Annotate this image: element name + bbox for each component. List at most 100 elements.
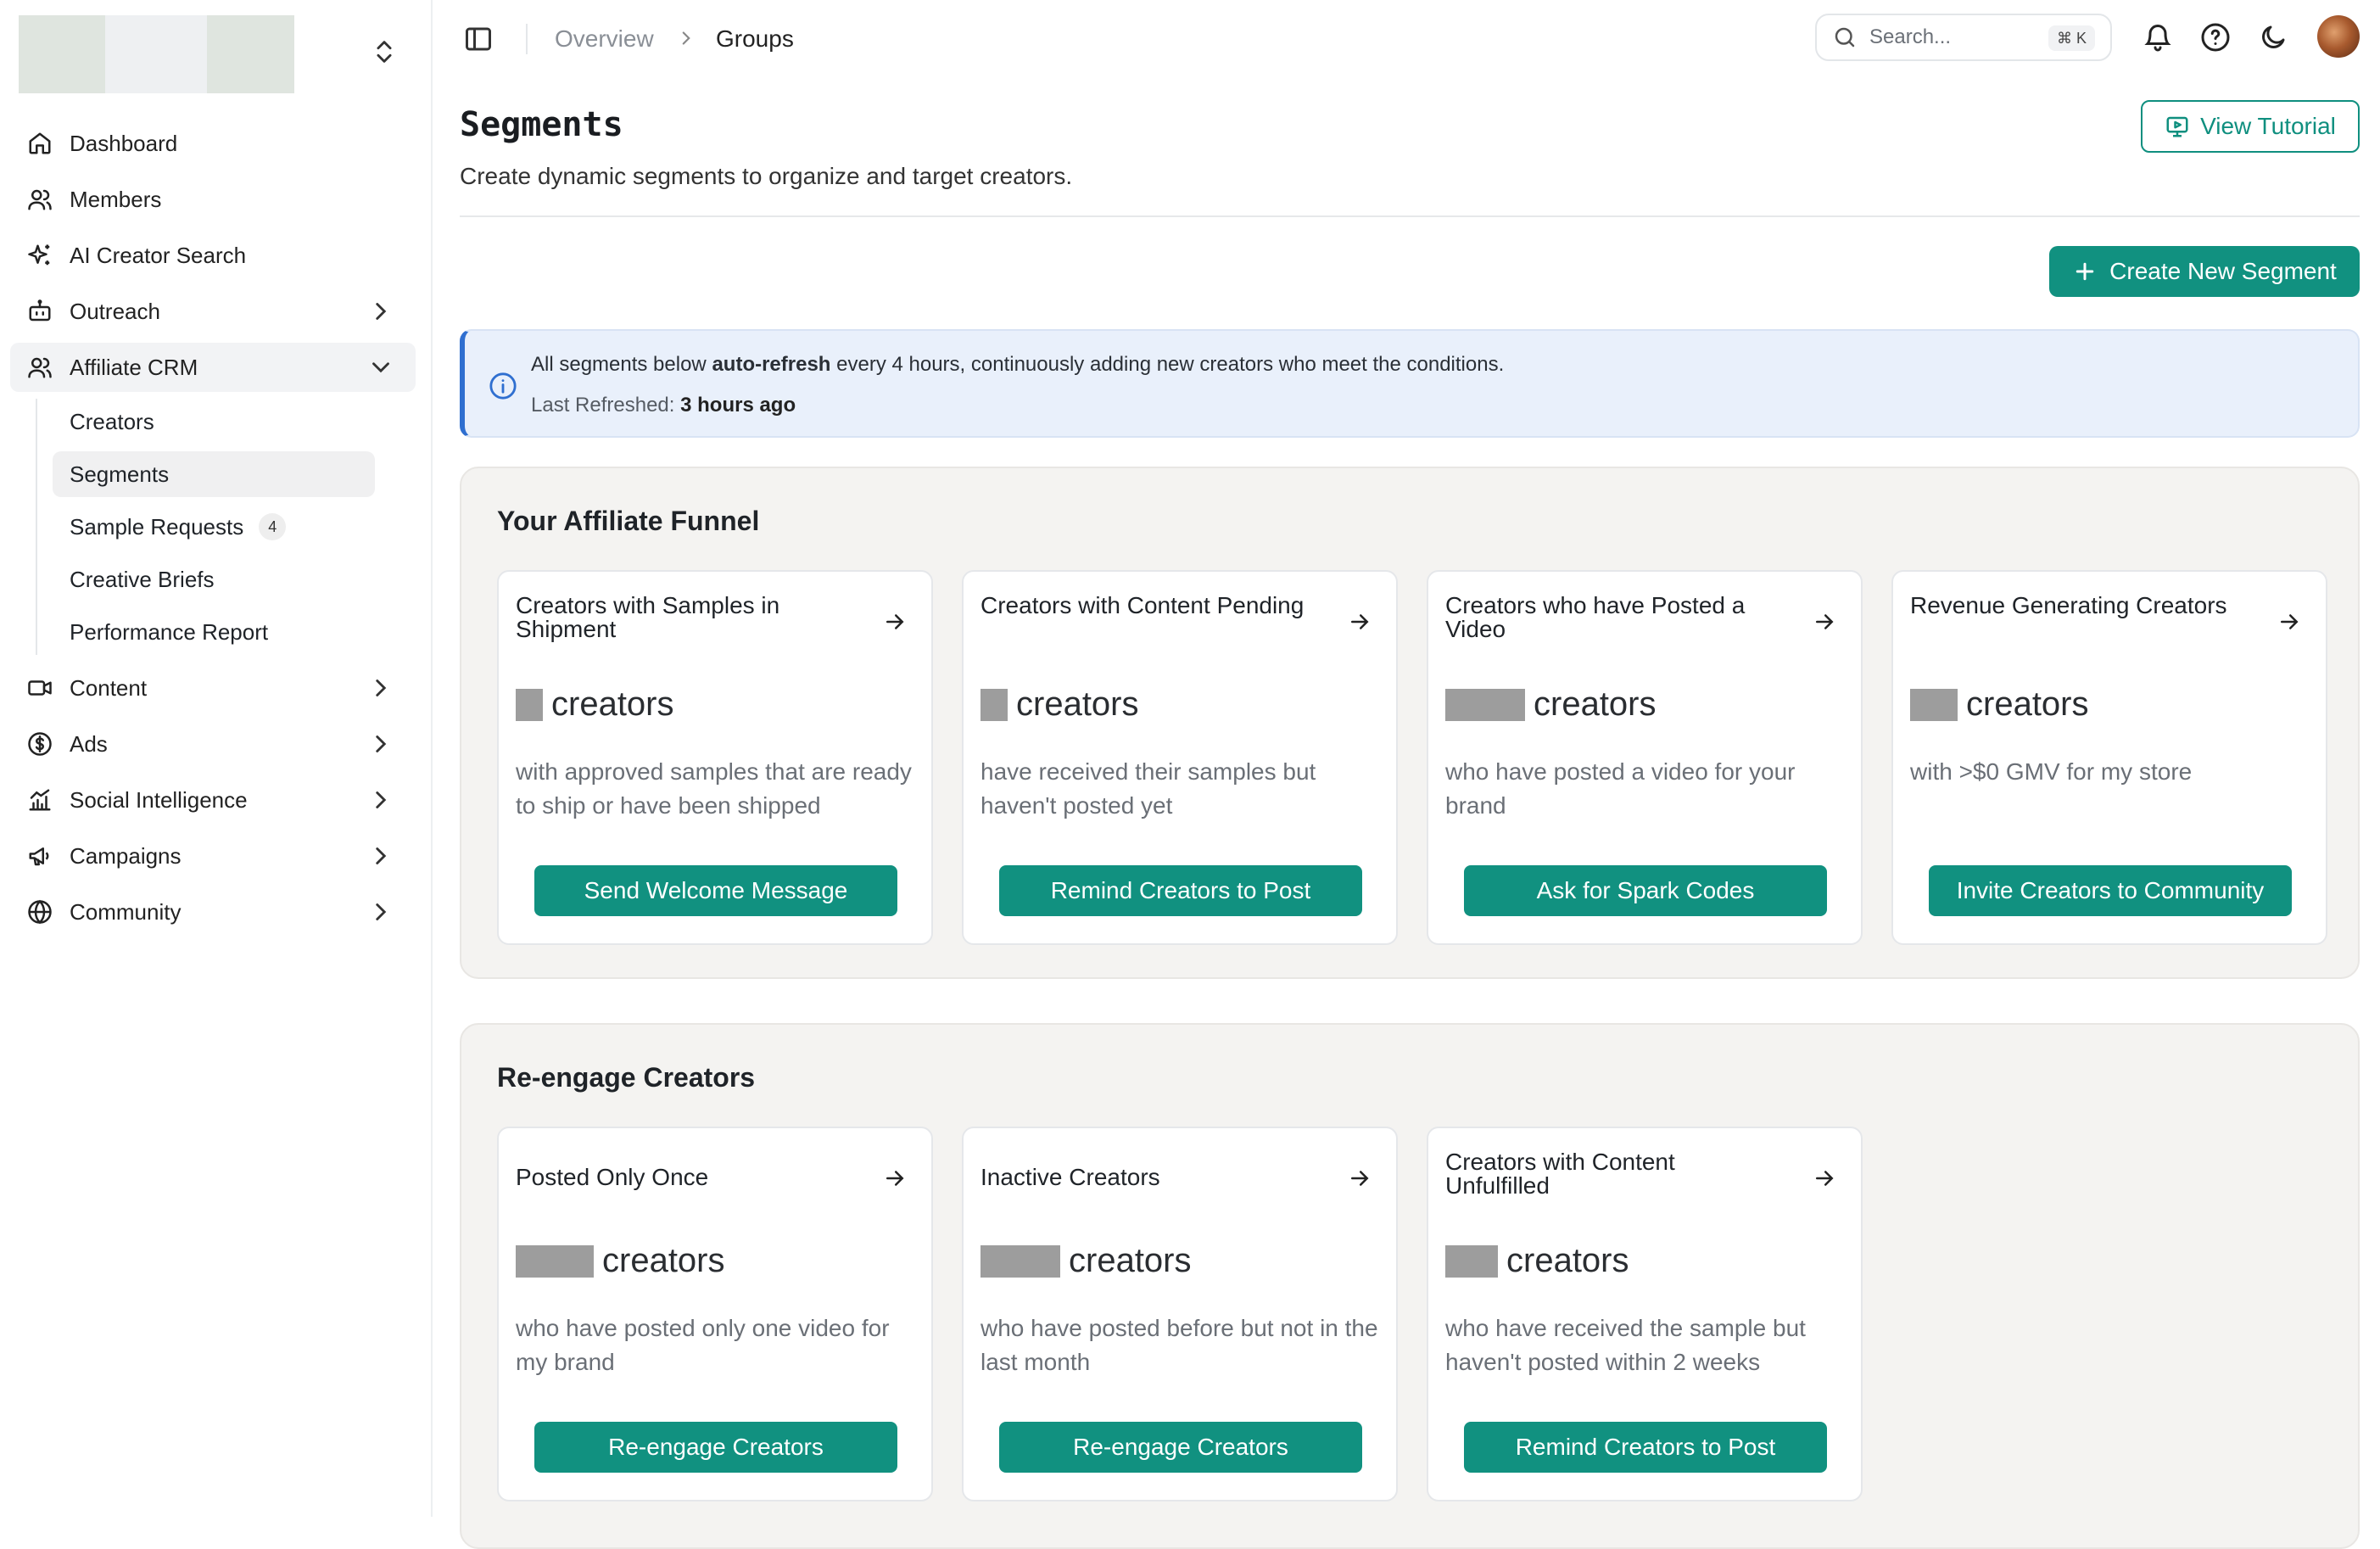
bar-chart-icon: [25, 786, 54, 814]
chevron-right-icon[interactable]: [366, 898, 395, 926]
segment-title: Creators with Content Unfulfilled: [1445, 1149, 1675, 1199]
sidebar-item-social-intelligence[interactable]: Social Intelligence: [10, 775, 416, 825]
divider: [460, 215, 2360, 217]
globe-icon: [25, 898, 54, 926]
segment-title: Creators with Samples in Shipment: [516, 592, 780, 642]
arrow-right-icon[interactable]: [882, 1166, 908, 1191]
sidebar-item-label: Content: [70, 674, 148, 701]
sidebar-subitem-segments[interactable]: Segments: [53, 451, 375, 497]
chevron-right-icon[interactable]: [366, 842, 395, 870]
segment-card[interactable]: Revenue Generating Creators creators wit…: [1891, 570, 2327, 945]
segment-action-button[interactable]: Send Welcome Message: [534, 865, 897, 916]
page-subtitle: Create dynamic segments to organize and …: [460, 163, 1073, 189]
segment-card[interactable]: Creators who have Posted a Video creator…: [1427, 570, 1863, 945]
view-tutorial-button[interactable]: View Tutorial: [2141, 100, 2360, 153]
create-new-segment-label: Create New Segment: [2109, 258, 2337, 284]
redacted-count: [980, 688, 1008, 721]
video-icon: [25, 674, 54, 702]
sidebar-item-outreach[interactable]: Outreach: [10, 287, 416, 336]
segment-title: Posted Only Once: [516, 1164, 709, 1190]
sidebar-toggle-icon[interactable]: [463, 24, 494, 54]
segment-description: who have posted a video for your brand: [1445, 758, 1796, 819]
section-title: Re-engage Creators: [497, 1062, 756, 1093]
segment-action-button[interactable]: Remind Creators to Post: [1464, 1422, 1827, 1473]
arrow-right-icon[interactable]: [1347, 1166, 1372, 1191]
moon-icon[interactable]: [2258, 22, 2290, 54]
sidebar-item-label: Ads: [70, 730, 108, 757]
segment-card[interactable]: Creators with Content Pending creators h…: [962, 570, 1398, 945]
arrow-right-icon[interactable]: [2277, 609, 2302, 635]
sidebar-item-campaigns[interactable]: Campaigns: [10, 831, 416, 881]
segment-count: creators: [1910, 685, 2089, 724]
chevron-right-icon[interactable]: [366, 786, 395, 814]
segment-action-button[interactable]: Ask for Spark Codes: [1464, 865, 1827, 916]
arrow-right-icon[interactable]: [1812, 1166, 1837, 1191]
segment-description: who have posted only one video for my br…: [516, 1315, 890, 1375]
redacted-count: [1445, 1244, 1498, 1278]
auto-refresh-info-banner: All segments below auto-refresh every 4 …: [460, 329, 2360, 438]
sidebar-subitem-creative-briefs[interactable]: Creative Briefs: [53, 556, 375, 602]
segment-card[interactable]: Creators with Samples in Shipment creato…: [497, 570, 933, 945]
arrow-right-icon[interactable]: [1812, 609, 1837, 635]
segment-title: Creators with Content Pending: [980, 592, 1305, 618]
monitor-play-icon: [2165, 114, 2190, 139]
sidebar-nav: Dashboard Members AI Creator Search Outr…: [10, 119, 416, 943]
segment-action-button[interactable]: Remind Creators to Post: [999, 865, 1362, 916]
info-text: All segments below auto-refresh every 4 …: [531, 353, 1505, 376]
chevron-right-icon[interactable]: [366, 674, 395, 702]
workspace-logo[interactable]: [19, 15, 294, 93]
sidebar-subitem-label: Sample Requests: [70, 513, 244, 540]
segment-action-button[interactable]: Re-engage Creators: [534, 1422, 897, 1473]
sidebar-item-ai-creator-search[interactable]: AI Creator Search: [10, 231, 416, 280]
sidebar-item-members[interactable]: Members: [10, 175, 416, 224]
arrow-right-icon[interactable]: [1347, 609, 1372, 635]
users-icon: [25, 185, 54, 214]
redacted-count: [1445, 688, 1525, 721]
users-icon: [25, 353, 54, 382]
dollar-icon: [25, 730, 54, 758]
segment-count: creators: [980, 1242, 1192, 1280]
sidebar-item-affiliate-crm[interactable]: Affiliate CRM: [10, 343, 416, 392]
sidebar-item-label: Social Intelligence: [70, 786, 248, 813]
avatar[interactable]: [2317, 15, 2360, 58]
segment-card[interactable]: Posted Only Once creators who have poste…: [497, 1127, 933, 1501]
sidebar-item-dashboard[interactable]: Dashboard: [10, 119, 416, 168]
segment-action-button[interactable]: Re-engage Creators: [999, 1422, 1362, 1473]
breadcrumb-overview[interactable]: Overview: [555, 25, 654, 53]
redacted-count: [516, 1244, 594, 1278]
segment-description: with >$0 GMV for my store: [1910, 758, 2193, 785]
segment-count: creators: [980, 685, 1139, 724]
bell-icon[interactable]: [2143, 22, 2175, 54]
megaphone-icon: [25, 842, 54, 870]
segment-action-button[interactable]: Invite Creators to Community: [1929, 865, 2292, 916]
create-new-segment-button[interactable]: Create New Segment: [2049, 246, 2360, 297]
sidebar-subitem-sample-requests[interactable]: Sample Requests 4: [53, 504, 375, 550]
help-icon[interactable]: [2200, 22, 2232, 54]
sidebar-subitem-label: Segments: [70, 461, 170, 487]
breadcrumb-groups[interactable]: Groups: [716, 25, 794, 53]
arrow-right-icon[interactable]: [882, 609, 908, 635]
sidebar-item-content[interactable]: Content: [10, 663, 416, 713]
count-badge: 4: [259, 513, 287, 540]
chevron-right-icon[interactable]: [366, 730, 395, 758]
sidebar-item-label: Community: [70, 898, 182, 925]
segment-description: who have received the sample but haven't…: [1445, 1315, 1806, 1375]
workspace-switcher-icon[interactable]: [370, 37, 399, 66]
sidebar-subitem-creators[interactable]: Creators: [53, 399, 375, 445]
sidebar-item-label: AI Creator Search: [70, 242, 247, 268]
chevron-right-icon[interactable]: [366, 297, 395, 326]
sidebar-subitem-performance-report[interactable]: Performance Report: [53, 609, 375, 655]
segment-count: creators: [516, 1242, 725, 1280]
sidebar-item-ads[interactable]: Ads: [10, 719, 416, 769]
chevron-down-icon[interactable]: [366, 353, 395, 382]
section-re-engage-creators: Re-engage Creators Posted Only Once crea…: [460, 1023, 2360, 1549]
search-input[interactable]: Search... ⌘ K: [1815, 14, 2112, 61]
segment-card[interactable]: Creators with Content Unfulfilled creato…: [1427, 1127, 1863, 1501]
redacted-count: [516, 688, 543, 721]
segment-card[interactable]: Inactive Creators creators who have post…: [962, 1127, 1398, 1501]
segment-title: Revenue Generating Creators: [1910, 592, 2227, 618]
sidebar-subitem-label: Creators: [70, 408, 154, 434]
sidebar-item-community[interactable]: Community: [10, 887, 416, 937]
segment-count: creators: [1445, 1242, 1629, 1280]
sidebar-item-label: Members: [70, 186, 162, 212]
